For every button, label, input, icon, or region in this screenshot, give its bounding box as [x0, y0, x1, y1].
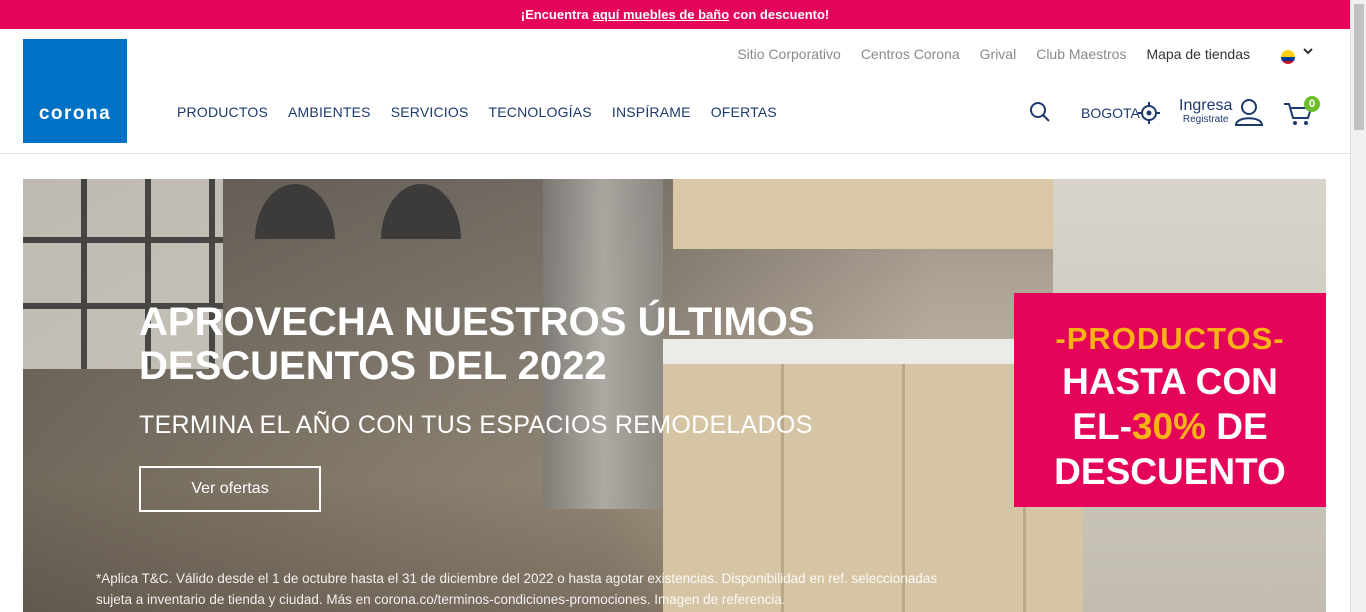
nav-productos[interactable]: PRODUCTOS [177, 104, 268, 120]
promo-text-after: con descuento! [733, 7, 830, 22]
nav-ofertas[interactable]: OFERTAS [711, 104, 777, 120]
lamp-icon [381, 184, 461, 239]
cart-count-badge: 0 [1304, 96, 1320, 112]
util-link-corporativo[interactable]: Sitio Corporativo [737, 46, 841, 62]
login-link[interactable]: Ingresa Registrate [1179, 97, 1232, 125]
promo-box-line3-suffix: DE [1205, 406, 1268, 447]
util-link-club-maestros[interactable]: Club Maestros [1036, 46, 1126, 62]
login-label: Ingresa [1179, 97, 1233, 114]
util-link-grival[interactable]: Grival [980, 46, 1017, 62]
chevron-down-icon[interactable] [1302, 45, 1314, 60]
user-icon[interactable] [1234, 98, 1264, 126]
hero-banner[interactable]: APROVECHA NUESTROS ÚLTIMOS DESCUENTOS DE… [23, 179, 1326, 612]
main-nav: PRODUCTOS AMBIENTES SERVICIOS TECNOLOGÍA… [177, 104, 777, 120]
scrollbar-thumb[interactable] [1354, 4, 1364, 130]
hero-bg-cabinets-top [673, 179, 1093, 249]
util-link-mapa-tiendas[interactable]: Mapa de tiendas [1146, 46, 1250, 62]
promo-text-before: ¡Encuentra [520, 7, 589, 22]
utility-nav: Sitio Corporativo Centros Corona Grival … [737, 46, 1250, 62]
hero-disclaimer: *Aplica T&C. Válido desde el 1 de octubr… [96, 571, 938, 607]
util-link-centros[interactable]: Centros Corona [861, 46, 960, 62]
promo-box-line3: EL-30% DE [1014, 406, 1326, 447]
hero-subtitle: TERMINA EL AÑO CON TUS ESPACIOS REMODELA… [139, 411, 813, 439]
nav-tecnologias[interactable]: TECNOLOGÍAS [489, 104, 592, 120]
nav-servicios[interactable]: SERVICIOS [391, 104, 469, 120]
discount-promo-box: -PRODUCTOS- HASTA CON EL-30% DE DESCUENT… [1014, 293, 1326, 507]
promo-box-percent: 30% [1131, 406, 1206, 447]
promo-link[interactable]: aquí muebles de baño [593, 7, 730, 22]
lamp-icon [255, 184, 335, 239]
search-icon[interactable] [1029, 101, 1051, 123]
ver-ofertas-button[interactable]: Ver ofertas [139, 466, 321, 512]
nav-ambientes[interactable]: AMBIENTES [288, 104, 371, 120]
promo-bar: ¡Encuentra aquí muebles de baño con desc… [0, 0, 1350, 29]
register-label: Registrate [1182, 114, 1229, 125]
nav-inspirame[interactable]: INSPÍRAME [612, 104, 691, 120]
city-selector[interactable]: BOGOTA [1081, 105, 1140, 121]
promo-box-line4: DESCUENTO [1054, 451, 1286, 492]
logo-text: corona [38, 103, 112, 124]
target-icon[interactable] [1138, 102, 1160, 124]
promo-box-line3-prefix: EL- [1072, 406, 1132, 447]
promo-box-line1: -PRODUCTOS- [1055, 321, 1285, 356]
corona-logo[interactable]: corona [23, 39, 127, 143]
hero-title: APROVECHA NUESTROS ÚLTIMOS DESCUENTOS DE… [139, 300, 815, 388]
page-scrollbar[interactable] [1350, 0, 1366, 612]
promo-box-line2: HASTA CON [1062, 361, 1278, 402]
site-header: corona Sitio Corporativo Centros Corona … [0, 29, 1350, 154]
colombia-flag-icon[interactable] [1281, 50, 1295, 64]
